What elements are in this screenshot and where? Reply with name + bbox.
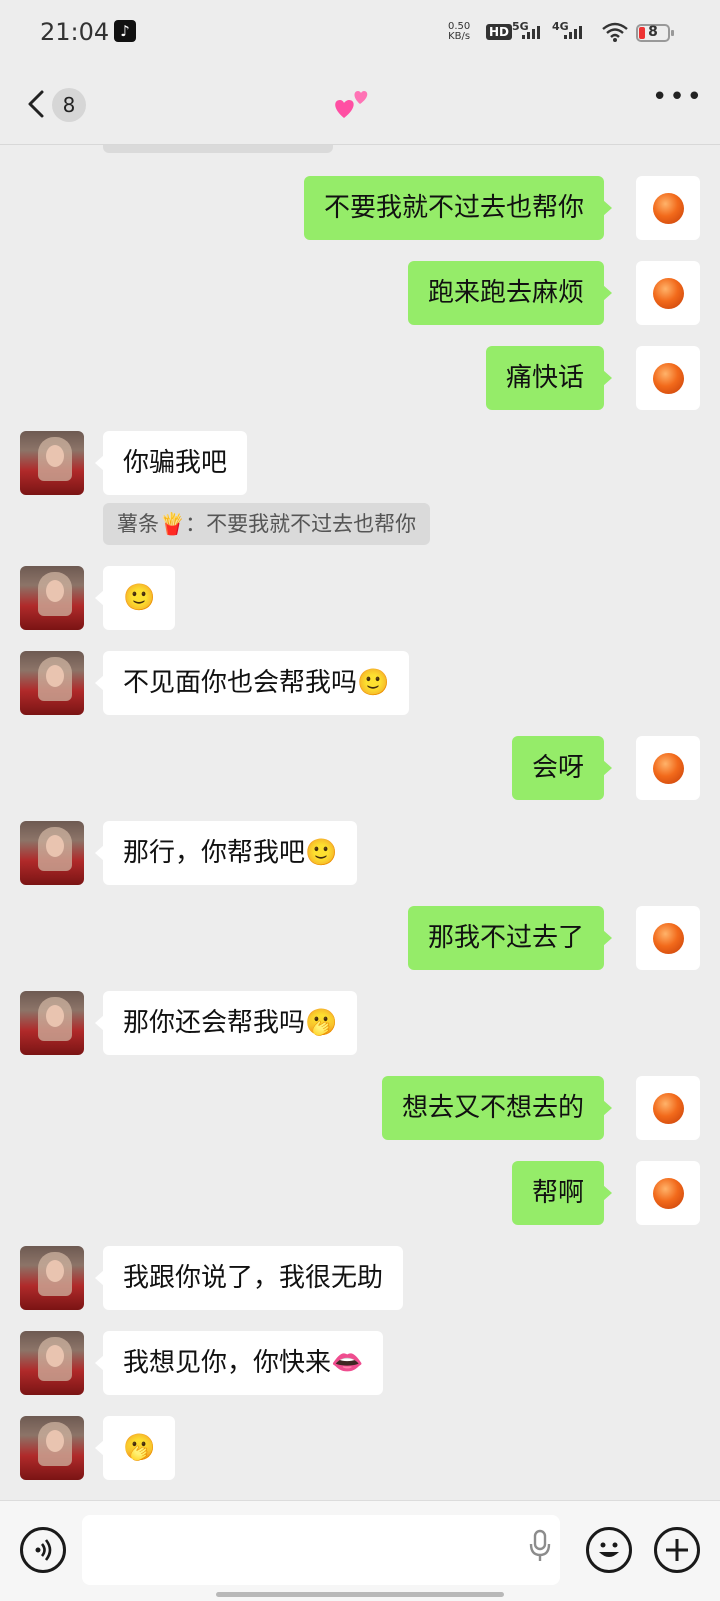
my-avatar[interactable] (636, 1161, 700, 1225)
outgoing-message[interactable]: 跑来跑去麻烦 (407, 261, 613, 325)
sim2-signal-icon (564, 26, 582, 39)
input-bar (0, 1500, 720, 1601)
partial-quote-bubble (103, 145, 333, 153)
emoji-icon[interactable] (586, 1527, 632, 1573)
hd-voice-icon: HD (486, 24, 513, 40)
battery-level: 8 (648, 24, 658, 40)
contact-avatar[interactable] (20, 1416, 84, 1480)
status-time: 21:04 (40, 18, 110, 46)
outgoing-message[interactable]: 想去又不想去的 (381, 1076, 613, 1140)
quoted-reply[interactable]: 薯条🍟：不要我就不过去也帮你 (103, 503, 431, 545)
my-avatar[interactable] (636, 736, 700, 800)
my-avatar[interactable] (636, 1076, 700, 1140)
contact-avatar[interactable] (20, 431, 84, 495)
chat-header: 8 ••• (0, 66, 720, 145)
battery-icon: 8 (636, 24, 674, 42)
contact-avatar[interactable] (20, 1246, 84, 1310)
incoming-message[interactable]: 那行，你帮我吧🙂 (94, 821, 358, 885)
microphone-icon[interactable] (528, 1529, 552, 1563)
contact-avatar[interactable] (20, 1331, 84, 1395)
message-list[interactable]: 不要我就不过去也帮你 跑来跑去麻烦 痛快话 你骗我吧 薯条🍟：不要我就不过去也帮… (0, 145, 720, 1500)
contact-avatar[interactable] (20, 991, 84, 1055)
outgoing-message[interactable]: 会呀 (511, 736, 613, 800)
my-avatar[interactable] (636, 261, 700, 325)
my-avatar[interactable] (636, 906, 700, 970)
two-hearts-icon (335, 91, 368, 118)
sim1-signal-icon (522, 26, 540, 39)
incoming-message[interactable]: 🫢 (94, 1416, 176, 1480)
contact-avatar[interactable] (20, 566, 84, 630)
incoming-message[interactable]: 我跟你说了，我很无助 (94, 1246, 404, 1310)
my-avatar[interactable] (636, 176, 700, 240)
network-speed: 0.50 KB/s (448, 22, 470, 42)
incoming-message[interactable]: 🙂 (94, 566, 176, 630)
message-input[interactable] (82, 1515, 560, 1585)
outgoing-message[interactable]: 帮啊 (511, 1161, 613, 1225)
plus-icon[interactable] (654, 1527, 700, 1573)
unread-count-badge[interactable]: 8 (52, 88, 86, 122)
incoming-message[interactable]: 你骗我吧 (94, 431, 248, 495)
network-speed-unit: KB/s (448, 31, 471, 42)
incoming-message[interactable]: 那你还会帮我吗🫢 (94, 991, 358, 1055)
incoming-message[interactable]: 不见面你也会帮我吗🙂 (94, 651, 410, 715)
voice-mode-icon[interactable] (20, 1527, 66, 1573)
status-bar: 21:04 ♪ 0.50 KB/s HD 5G 4G 8 (0, 0, 720, 66)
outgoing-message[interactable]: 那我不过去了 (407, 906, 613, 970)
more-options-icon[interactable]: ••• (652, 84, 702, 116)
contact-avatar[interactable] (20, 651, 84, 715)
tiktok-notification-icon: ♪ (114, 20, 136, 42)
contact-avatar[interactable] (20, 821, 84, 885)
outgoing-message[interactable]: 痛快话 (485, 346, 613, 410)
home-indicator[interactable] (216, 1592, 504, 1597)
wifi-icon (602, 22, 628, 42)
incoming-message[interactable]: 我想见你，你快来👄 (94, 1331, 384, 1395)
outgoing-message[interactable]: 不要我就不过去也帮你 (303, 176, 613, 240)
my-avatar[interactable] (636, 346, 700, 410)
